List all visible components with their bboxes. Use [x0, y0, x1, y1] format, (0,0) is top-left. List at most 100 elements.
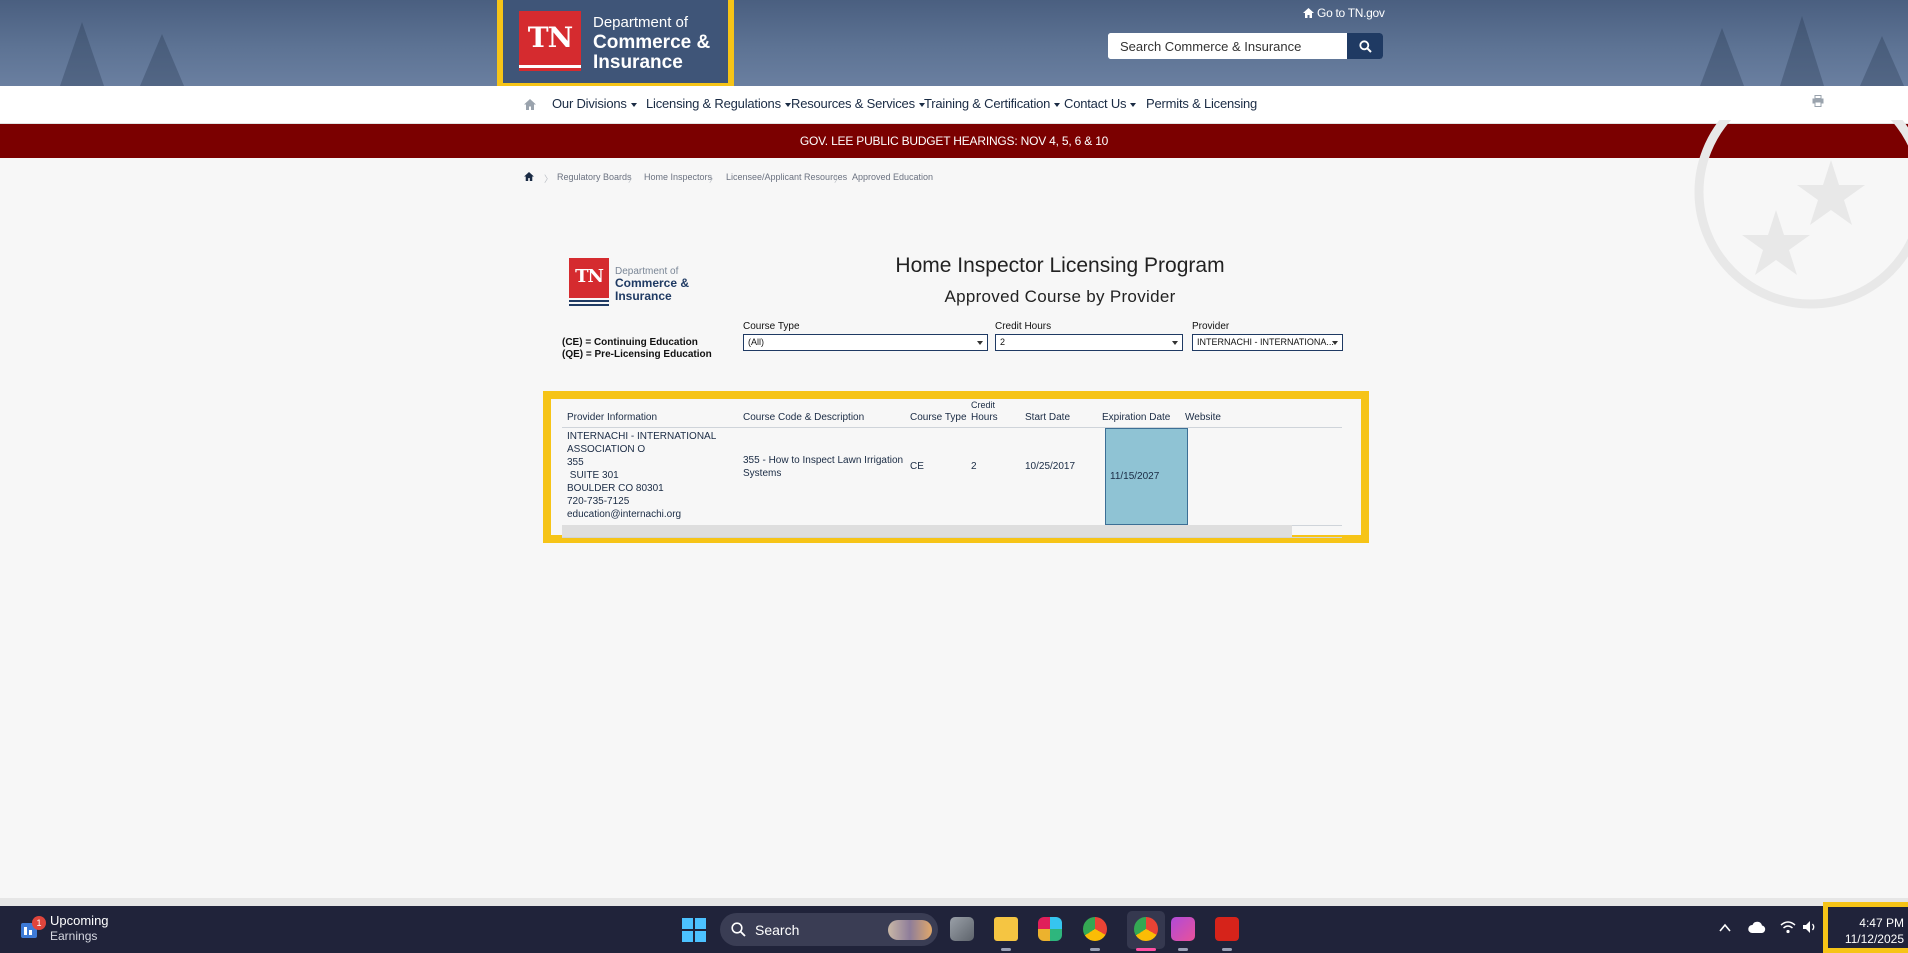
notification-badge: 1 — [32, 916, 46, 930]
home-icon — [1303, 8, 1314, 18]
course-type-label: Course Type — [743, 321, 800, 332]
provider-phone: 720-735-7125 — [567, 496, 630, 507]
site-logo[interactable]: TN Department of Commerce & Insurance — [497, 0, 734, 89]
earnings-widget-icon[interactable]: 1 — [20, 916, 46, 940]
alert-banner[interactable]: GOV. LEE PUBLIC BUDGET HEARINGS: NOV 4, … — [0, 124, 1908, 158]
report-title: Home Inspector Licensing Program — [895, 254, 1225, 277]
windows-start-icon[interactable] — [682, 918, 706, 942]
tn-logo-badge: TN — [569, 258, 609, 298]
taskbar-search-label: Search — [755, 922, 800, 938]
nav-resources-services[interactable]: Resources & Services — [791, 96, 925, 111]
breadcrumb-approved-education: Approved Education — [852, 172, 934, 182]
alert-text: GOV. LEE PUBLIC BUDGET HEARINGS: NOV 4, … — [799, 134, 1109, 148]
search-highlight-icon — [888, 920, 932, 940]
header-banner: Go to TN.gov — [0, 0, 1908, 86]
nav-contact-us[interactable]: Contact Us — [1064, 96, 1137, 111]
breadcrumb-regulatory-boards[interactable]: Regulatory Boards — [557, 172, 632, 182]
provider-name: INTERNACHI - INTERNATIONAL — [567, 431, 717, 442]
search-button[interactable] — [1347, 33, 1383, 59]
chevron-up-icon[interactable] — [1719, 923, 1731, 933]
provider-info-cell: INTERNACHI - INTERNATIONAL ASSOCIATION O… — [567, 430, 716, 521]
chrome-icon[interactable] — [1083, 917, 1107, 941]
file-explorer-icon[interactable] — [994, 917, 1018, 941]
provider-street: 355 — [567, 457, 584, 468]
search-input[interactable] — [1108, 33, 1347, 59]
tn-logo-badge: TN — [519, 11, 581, 71]
col-credit[interactable]: Credit — [971, 400, 995, 410]
logo-line-insurance: Insurance — [615, 289, 672, 303]
wifi-icon[interactable] — [1780, 920, 1796, 934]
col-provider-information[interactable]: Provider Information — [567, 412, 657, 423]
tree-silhouette — [60, 22, 104, 86]
legend-qe: (QE) = Pre-Licensing Education — [562, 349, 712, 360]
nav-label: Contact Us — [1064, 96, 1127, 111]
widget-title[interactable]: Upcoming — [50, 913, 109, 928]
search-icon — [731, 922, 746, 937]
provider-city: BOULDER CO 80301 — [567, 483, 664, 494]
provider-select[interactable]: INTERNACHI - INTERNATIONA... — [1192, 334, 1343, 351]
header-divider — [562, 427, 1342, 428]
chevron-right-icon: 〉 — [628, 174, 638, 184]
caret-down-icon — [630, 102, 637, 107]
go-to-tngov-label: Go to TN.gov — [1317, 6, 1385, 20]
home-icon[interactable] — [524, 172, 534, 181]
nav-licensing-regulations[interactable]: Licensing & Regulations — [646, 96, 791, 111]
col-expiration-date[interactable]: Expiration Date — [1102, 412, 1170, 423]
logo-line-insurance: Insurance — [593, 52, 683, 73]
expiration-date-cell-selected[interactable]: 11/15/2027 — [1105, 428, 1188, 525]
course-description-line1: 355 - How to Inspect Lawn Irrigation — [743, 455, 904, 466]
running-indicator — [1001, 948, 1011, 951]
running-indicator — [1090, 948, 1100, 951]
running-indicator — [1222, 948, 1232, 951]
system-clock[interactable]: 4:47 PM 11/12/2025 — [1823, 902, 1908, 953]
caret-down-icon — [1054, 102, 1061, 107]
search-icon — [1358, 39, 1372, 53]
task-view-icon[interactable] — [950, 917, 974, 941]
tree-silhouette — [1700, 28, 1744, 86]
nav-our-divisions[interactable]: Our Divisions — [552, 96, 637, 111]
acrobat-icon[interactable] — [1215, 917, 1239, 941]
nav-training-certification[interactable]: Training & Certification — [924, 96, 1061, 111]
col-course-type[interactable]: Course Type — [910, 412, 967, 423]
chevron-right-icon: 〉 — [544, 174, 554, 184]
chevron-down-icon — [1172, 341, 1178, 345]
course-type-cell: CE — [910, 461, 924, 472]
print-icon[interactable] — [1812, 95, 1824, 107]
volume-icon[interactable] — [1802, 920, 1818, 934]
provider-label: Provider — [1192, 321, 1230, 332]
nav-permits-licensing[interactable]: Permits & Licensing — [1146, 96, 1257, 111]
logo-commerce-text: Commerce & Insurance — [615, 277, 689, 303]
go-to-tngov-link[interactable]: Go to TN.gov — [1303, 6, 1385, 20]
slack-icon[interactable] — [1038, 917, 1062, 941]
caret-down-icon — [1130, 102, 1137, 107]
breadcrumb-home-inspectors[interactable]: Home Inspectors — [644, 172, 712, 182]
page-horizontal-scrollbar[interactable] — [0, 898, 1908, 906]
provider-suite: SUITE 301 — [567, 470, 619, 481]
chevron-right-icon: 〉 — [709, 174, 719, 184]
home-icon[interactable] — [524, 99, 536, 110]
report-logo: TN Department of Commerce & Insurance — [569, 256, 701, 308]
breadcrumb-licensee-resources[interactable]: Licensee/Applicant Resources — [726, 172, 847, 182]
clock-time: 4:47 PM — [1859, 916, 1904, 930]
nav-label: Licensing & Regulations — [646, 96, 781, 111]
provider-email[interactable]: education@internachi.org — [567, 508, 716, 521]
credit-hours-select[interactable]: 2 — [995, 334, 1183, 351]
start-date-cell: 10/25/2017 — [1025, 461, 1076, 472]
chrome-profile-icon[interactable] — [1134, 917, 1158, 941]
course-results-table: Provider Information Course Code & Descr… — [543, 391, 1369, 543]
active-indicator — [1136, 948, 1156, 951]
report-subtitle: Approved Course by Provider — [944, 287, 1176, 306]
nav-label: Training & Certification — [924, 96, 1051, 111]
logo-department-text: Department of — [593, 14, 689, 31]
design-app-icon[interactable] — [1171, 917, 1195, 941]
col-start-date[interactable]: Start Date — [1025, 412, 1070, 423]
widget-subtitle[interactable]: Earnings — [50, 929, 97, 943]
col-course-code-description[interactable]: Course Code & Description — [743, 412, 864, 423]
col-hours[interactable]: Hours — [971, 412, 998, 423]
course-type-select[interactable]: (All) — [743, 334, 988, 351]
horizontal-scrollbar[interactable] — [562, 525, 1292, 537]
taskbar-search[interactable]: Search — [720, 913, 938, 946]
course-description-line2: Systems — [743, 468, 782, 479]
col-website[interactable]: Website — [1185, 412, 1221, 423]
cloud-icon[interactable] — [1748, 920, 1766, 934]
